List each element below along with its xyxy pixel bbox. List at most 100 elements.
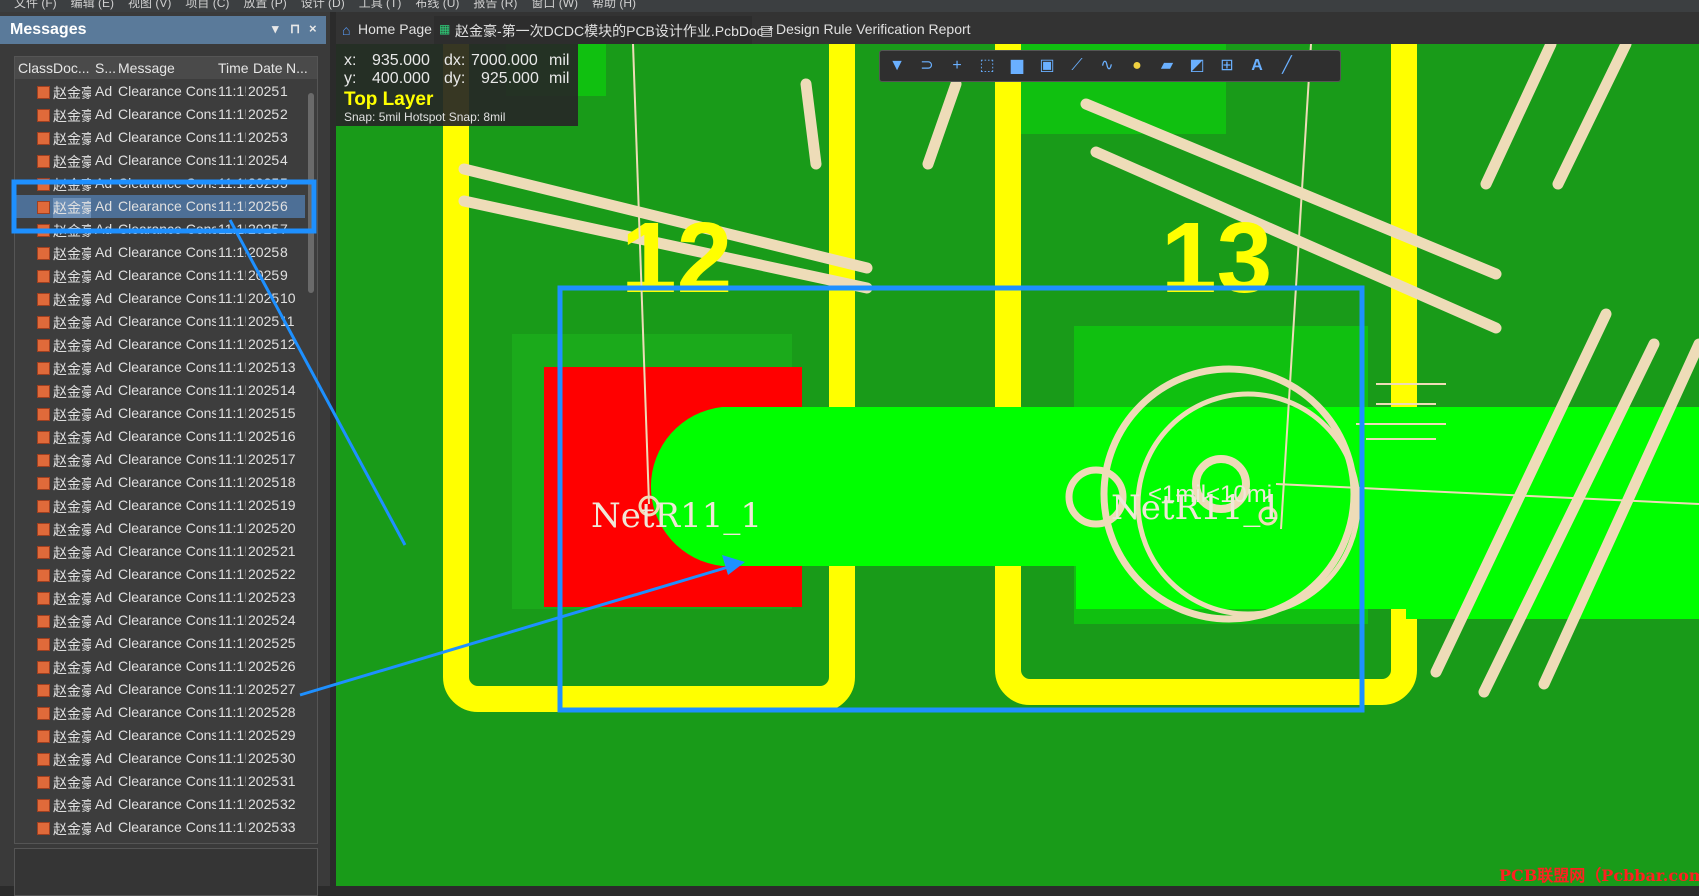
row-time: 11:1! (218, 221, 246, 237)
column-number[interactable]: N... (286, 60, 308, 76)
message-row[interactable]: 赵金豪 Ad Clearance Const 11:1! 2025 11 (15, 310, 305, 333)
message-row[interactable]: 赵金豪 Ad Clearance Const 11:1! 2025 17 (15, 448, 305, 471)
row-time: 11:1! (218, 267, 246, 283)
route-icon[interactable]: ⊃ (917, 56, 937, 76)
violation-class-icon (37, 546, 50, 559)
column-date[interactable]: Date (253, 60, 283, 76)
message-row[interactable]: 赵金豪 Ad Clearance Const 11:1! 2025 26 (15, 655, 305, 678)
menu-item[interactable]: 帮助 (H) (592, 0, 636, 11)
message-row[interactable]: 赵金豪 Ad Clearance Const 11:1! 2025 8 (15, 241, 305, 264)
row-date: 2025 (248, 244, 280, 260)
column-source[interactable]: S... (95, 60, 116, 76)
scrollbar-thumb[interactable] (308, 93, 314, 293)
column-document[interactable]: Doc... (53, 60, 90, 76)
row-message: Clearance Const (118, 497, 216, 513)
message-row[interactable]: 赵金豪 Ad Clearance Const 11:1! 2025 20 (15, 517, 305, 540)
message-row[interactable]: 赵金豪 Ad Clearance Const 11:1! 2025 27 (15, 678, 305, 701)
violation-class-icon (37, 408, 50, 421)
message-row[interactable]: 赵金豪 Ad Clearance Const 11:1! 2025 3 (15, 126, 305, 149)
row-document: 赵金豪 (53, 821, 91, 837)
violation-class-icon (37, 362, 50, 375)
text-icon[interactable]: A (1247, 56, 1267, 76)
message-row[interactable]: 赵金豪 Ad Clearance Const 11:1! 2025 22 (15, 563, 305, 586)
message-row[interactable]: 赵金豪 Ad Clearance Const 11:1! 2025 9 (15, 264, 305, 287)
column-class[interactable]: Class (18, 60, 53, 76)
message-row[interactable]: 赵金豪 Ad Clearance Const 11:1! 2025 31 (15, 770, 305, 793)
filter-icon[interactable]: ▼ (887, 56, 907, 76)
dimension-icon[interactable]: ⊞ (1217, 56, 1237, 76)
violation-class-icon (37, 293, 50, 306)
fill-icon[interactable]: ▰ (1157, 56, 1177, 76)
message-row[interactable]: 赵金豪 Ad Clearance Const 11:1! 2025 1 (15, 80, 305, 103)
row-message: Clearance Const (118, 175, 216, 191)
message-row[interactable]: 赵金豪 Ad Clearance Const 11:1! 2025 18 (15, 471, 305, 494)
row-document: 赵金豪 (53, 384, 91, 400)
message-row[interactable]: 赵金豪 Ad Clearance Const 11:1! 2025 25 (15, 632, 305, 655)
message-row[interactable]: 赵金豪 Ad Clearance Const 11:1! 2025 33 (15, 816, 305, 839)
tab-home-page[interactable]: ⌂ Home Page (336, 16, 432, 44)
pad-icon[interactable]: ● (1127, 56, 1147, 76)
select-rect-icon[interactable]: ⬚ (977, 56, 997, 76)
message-row[interactable]: 赵金豪 Ad Clearance Const 11:1! 2025 7 (15, 218, 305, 241)
menu-item[interactable]: 报告 (R) (473, 0, 517, 11)
menu-item[interactable]: 视图 (V) (128, 0, 171, 11)
message-row[interactable]: 赵金豪 Ad Clearance Const 11:1! 2025 13 (15, 356, 305, 379)
message-row[interactable]: 赵金豪 Ad Clearance Const 11:1! 2025 30 (15, 747, 305, 770)
component-icon[interactable]: ▣ (1037, 56, 1057, 76)
column-message[interactable]: Message (118, 60, 175, 76)
menu-item[interactable]: 布线 (U) (415, 0, 459, 11)
violation-class-icon (37, 592, 50, 605)
message-row[interactable]: 赵金豪 Ad Clearance Const 11:1! 2025 5 (15, 172, 305, 195)
column-time[interactable]: Time (218, 60, 249, 76)
tab-drc-report[interactable]: ▤ Design Rule Verification Report (756, 16, 971, 44)
close-icon[interactable]: × (309, 21, 317, 36)
grid-scrollbar[interactable] (307, 79, 315, 841)
message-row[interactable]: 赵金豪 Ad Clearance Const 11:1! 2025 16 (15, 425, 305, 448)
menu-item[interactable]: 工具 (T) (359, 0, 402, 11)
row-time: 11:1! (218, 313, 246, 329)
row-document: 赵金豪 (53, 775, 91, 791)
pcb-canvas[interactable]: 12 13 NetR11_1 NetR11_1 <1mil<10mi x: 93… (336, 44, 1699, 886)
x-label: x: (344, 52, 357, 69)
tab-pcb-document[interactable]: ▦ 赵金豪-第一次DCDC模块的PCB设计作业.PcbDoc * (434, 16, 773, 44)
add-icon[interactable]: + (947, 56, 967, 76)
message-row[interactable]: 赵金豪 Ad Clearance Const 11:1! 2025 21 (15, 540, 305, 563)
message-row[interactable]: 赵金豪 Ad Clearance Const 11:1! 2025 19 (15, 494, 305, 517)
message-row[interactable]: 赵金豪 Ad Clearance Const 11:1! 2025 12 (15, 333, 305, 356)
row-message: Clearance Const (118, 336, 216, 352)
message-row[interactable]: 赵金豪 Ad Clearance Const 11:1! 2025 32 (15, 793, 305, 816)
message-row[interactable]: 赵金豪 Ad Clearance Const 11:1! 2025 6 (15, 195, 305, 218)
message-row[interactable]: 赵金豪 Ad Clearance Const 11:1! 2025 4 (15, 149, 305, 172)
menu-item[interactable]: 编辑 (E) (71, 0, 114, 11)
row-number: 33 (280, 819, 296, 835)
row-document: 赵金豪 (53, 361, 91, 377)
row-date: 2025 (248, 474, 280, 490)
message-row[interactable]: 赵金豪 Ad Clearance Const 11:1! 2025 10 (15, 287, 305, 310)
panel-menu-icon[interactable]: ▾ (272, 21, 279, 37)
menu-item[interactable]: 文件 (F) (14, 0, 57, 11)
message-row[interactable]: 赵金豪 Ad Clearance Const 11:1! 2025 2 (15, 103, 305, 126)
message-row[interactable]: 赵金豪 Ad Clearance Const 11:1! 2025 29 (15, 724, 305, 747)
message-row[interactable]: 赵金豪 Ad Clearance Const 11:1! 2025 28 (15, 701, 305, 724)
polygon-icon[interactable]: ◩ (1187, 56, 1207, 76)
line-icon[interactable]: ╱ (1277, 56, 1297, 76)
chart-icon[interactable]: ▆ (1007, 56, 1027, 76)
message-row[interactable]: 赵金豪 Ad Clearance Const 11:1! 2025 23 (15, 586, 305, 609)
pin-icon[interactable]: ⊓ (290, 21, 300, 37)
menu-item[interactable]: 项目 (C) (185, 0, 229, 11)
dx-unit: mil (549, 52, 570, 69)
message-row[interactable]: 赵金豪 Ad Clearance Const 11:1! 2025 24 (15, 609, 305, 632)
row-date: 2025 (248, 106, 280, 122)
menu-item[interactable]: 窗口 (W) (531, 0, 578, 11)
row-document: 赵金豪 (53, 660, 91, 676)
interactive-route-icon[interactable]: ⟋ (1067, 56, 1087, 76)
row-number: 7 (280, 221, 288, 237)
menu-bar: 文件 (F) 编辑 (E) 视图 (V) 项目 (C) 放置 (P) 设计 (D) 工具 (… (0, 0, 1699, 12)
menu-item[interactable]: 放置 (P) (243, 0, 286, 11)
diff-pair-icon[interactable]: ∿ (1097, 56, 1117, 76)
row-message: Clearance Const (118, 543, 216, 559)
menu-item[interactable]: 设计 (D) (301, 0, 345, 11)
message-row[interactable]: 赵金豪 Ad Clearance Const 11:1! 2025 15 (15, 402, 305, 425)
report-icon: ▤ (760, 22, 774, 38)
message-row[interactable]: 赵金豪 Ad Clearance Const 11:1! 2025 14 (15, 379, 305, 402)
